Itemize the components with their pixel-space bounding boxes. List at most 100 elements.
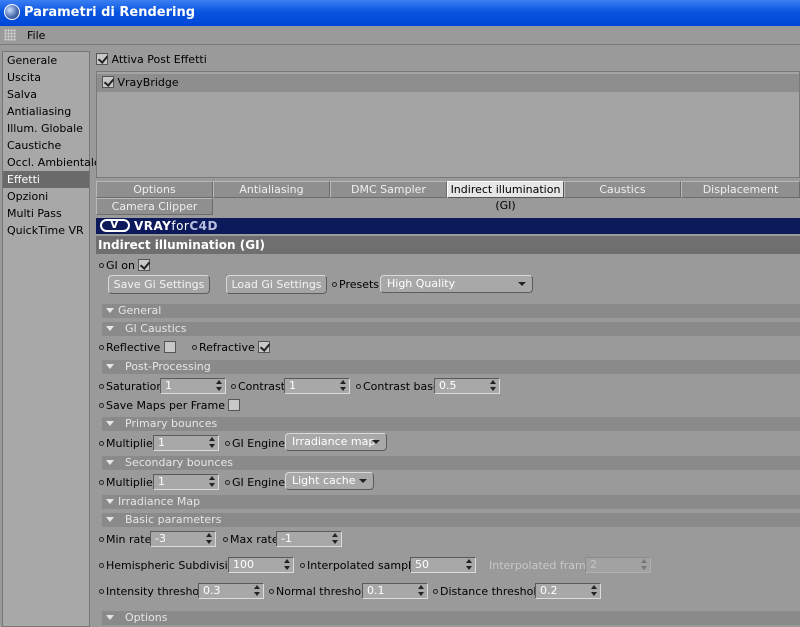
spinner-arrows-icon[interactable] (591, 585, 597, 597)
spinner-arrows-icon[interactable] (466, 559, 472, 571)
section-gi-caustics[interactable]: GI Caustics (102, 322, 800, 336)
section-irradiance-map[interactable]: Irradiance Map (102, 495, 800, 509)
spinner-arrows-icon[interactable] (206, 533, 212, 545)
animate-dot-icon[interactable] (225, 441, 230, 446)
primary-engine-dropdown[interactable]: Irradiance map (285, 433, 387, 451)
presets-dropdown[interactable]: High Quality (380, 275, 533, 293)
normal-threshold-field[interactable]: 0.1 (362, 583, 428, 599)
sidebar-item-generale[interactable]: Generale (3, 52, 89, 69)
tab-displacement[interactable]: Displacement (681, 181, 800, 198)
vraybridge-label: VrayBridge (117, 76, 179, 89)
spinner-arrows-icon (641, 559, 647, 571)
section-general[interactable]: General (102, 304, 800, 318)
animate-dot-icon[interactable] (225, 480, 230, 485)
hemi-field[interactable]: 100 (228, 557, 294, 573)
gi-on-checkbox[interactable] (138, 259, 151, 271)
save-maps-row: Save Maps per Frame (99, 399, 241, 412)
animate-dot-icon[interactable] (192, 345, 197, 350)
contrast-base-label: Contrast base (363, 380, 440, 393)
collapse-triangle-icon (106, 308, 114, 313)
save-maps-checkbox[interactable] (228, 399, 241, 411)
tab-camera-clipper[interactable]: Camera Clipper (96, 198, 213, 215)
animate-dot-icon[interactable] (300, 563, 305, 568)
animate-dot-icon[interactable] (99, 537, 104, 542)
sidebar-item-uscita[interactable]: Uscita (3, 69, 89, 86)
contrast-field[interactable]: 1 (284, 378, 350, 394)
animate-dot-icon[interactable] (99, 563, 104, 568)
saturation-field[interactable]: 1 (160, 378, 226, 394)
menu-file[interactable]: File (27, 29, 45, 42)
section-secondary-bounces[interactable]: Secondary bounces (102, 456, 800, 470)
sidebar-item-multi-pass[interactable]: Multi Pass (3, 205, 89, 222)
tab-options[interactable]: Options (96, 181, 213, 198)
section-primary-bounces[interactable]: Primary bounces (102, 417, 800, 431)
animate-dot-icon[interactable] (269, 589, 274, 594)
tab-caustics[interactable]: Caustics (564, 181, 681, 198)
sidebar-item-effetti[interactable]: Effetti (3, 171, 89, 188)
min-rate-label: Min rate (106, 533, 152, 546)
distance-threshold-field[interactable]: 0.2 (535, 583, 601, 599)
max-rate-field[interactable]: -1 (276, 531, 342, 547)
animate-dot-icon[interactable] (99, 403, 104, 408)
animate-dot-icon[interactable] (332, 282, 337, 287)
gi-engine-label: GI Engine (232, 437, 285, 450)
presets-label: Presets (339, 278, 380, 291)
sidebar-item-illum-globale[interactable]: Illum. Globale (3, 120, 89, 137)
animate-dot-icon[interactable] (223, 537, 228, 542)
animate-dot-icon[interactable] (433, 589, 438, 594)
sidebar-item-caustiche[interactable]: Caustiche (3, 137, 89, 154)
sidebar-item-salva[interactable]: Salva (3, 86, 89, 103)
animate-dot-icon[interactable] (356, 384, 361, 389)
animate-dot-icon[interactable] (99, 441, 104, 446)
section-basic-parameters[interactable]: Basic parameters (102, 513, 800, 527)
post-effects-toggle[interactable]: Attiva Post Effetti (96, 53, 207, 66)
vraybridge-checkbox[interactable] (102, 76, 114, 88)
tab-antialiasing[interactable]: Antialiasing (213, 181, 330, 198)
contrast-label-wrap: Contrast (231, 380, 285, 393)
sidebar-item-occl-ambientale[interactable]: Occl. Ambientale (3, 154, 101, 171)
spinner-arrows-icon[interactable] (209, 437, 215, 449)
normal-label-wrap: Normal threshold (269, 585, 371, 598)
section-label: Options (125, 611, 168, 624)
secondary-multiplier-field[interactable]: 1 (153, 474, 219, 490)
spinner-arrows-icon[interactable] (418, 585, 424, 597)
refractive-checkbox[interactable] (258, 341, 271, 353)
animate-dot-icon[interactable] (99, 263, 104, 268)
save-gi-settings-button[interactable]: Save Gi Settings (108, 275, 210, 294)
normal-label: Normal threshold (276, 585, 372, 598)
min-rate-field[interactable]: -3 (150, 531, 216, 547)
section-options[interactable]: Options (102, 611, 800, 625)
secondary-engine-dropdown[interactable]: Light cache (285, 472, 374, 490)
animate-dot-icon[interactable] (99, 589, 104, 594)
contrast-label: Contrast (238, 380, 286, 393)
collapse-triangle-icon (106, 460, 114, 465)
sidebar-item-antialiasing[interactable]: Antialiasing (3, 103, 89, 120)
spinner-arrows-icon[interactable] (490, 380, 496, 392)
spinner-arrows-icon[interactable] (254, 585, 260, 597)
contrast-base-field[interactable]: 0.5 (434, 378, 500, 394)
sidebar-item-quicktime-vr[interactable]: QuickTime VR (3, 222, 89, 239)
animate-dot-icon[interactable] (99, 480, 104, 485)
load-gi-settings-button[interactable]: Load Gi Settings (226, 275, 327, 294)
tab-dmc-sampler[interactable]: DMC Sampler (330, 181, 447, 198)
intensity-threshold-field[interactable]: 0.3 (198, 583, 264, 599)
spinner-arrows-icon[interactable] (209, 476, 215, 488)
section-post-processing[interactable]: Post-Processing (102, 360, 800, 374)
animate-dot-icon[interactable] (99, 345, 104, 350)
animate-dot-icon[interactable] (99, 384, 104, 389)
tab-indirect-illumination[interactable]: Indirect illumination (GI) (447, 181, 564, 212)
primary-multiplier-field[interactable]: 1 (153, 435, 219, 451)
list-item[interactable]: VrayBridge (97, 74, 799, 92)
post-effects-label: Attiva Post Effetti (111, 53, 207, 66)
spinner-arrows-icon[interactable] (216, 380, 222, 392)
primary-multiplier-label-wrap: Multiplier (99, 437, 157, 450)
secondary-multiplier-label-wrap: Multiplier (99, 476, 157, 489)
reflective-checkbox[interactable] (163, 341, 176, 353)
spinner-arrows-icon[interactable] (340, 380, 346, 392)
animate-dot-icon[interactable] (231, 384, 236, 389)
interp-samples-field[interactable]: 50 (410, 557, 476, 573)
spinner-arrows-icon[interactable] (332, 533, 338, 545)
post-effects-checkbox[interactable] (96, 53, 108, 65)
sidebar-item-opzioni[interactable]: Opzioni (3, 188, 89, 205)
spinner-arrows-icon[interactable] (284, 559, 290, 571)
